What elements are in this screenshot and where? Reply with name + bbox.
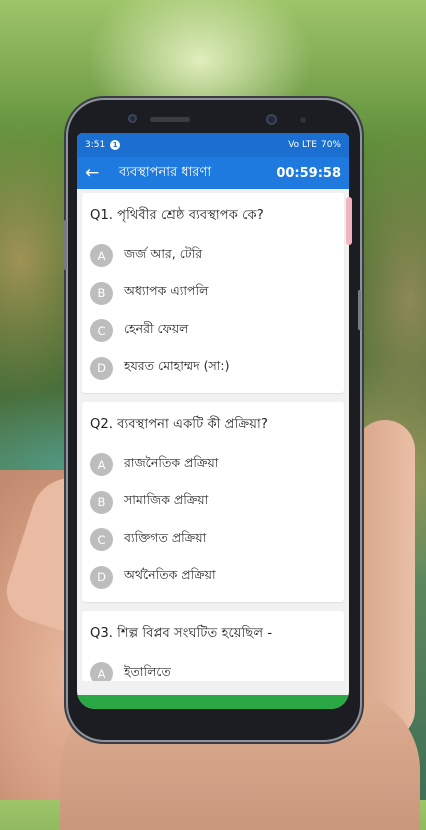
phone-screen: 3:51 1 Vo LTE 70% ← ব্যবস্থাপনার ধারণা 0… — [77, 133, 349, 709]
battery-level: 70% — [320, 140, 341, 150]
option-text: হযরত মোহাম্মদ (সা:) — [124, 358, 230, 374]
option-text: হেনরী ফেয়ল — [124, 320, 189, 336]
question-card: Q1. পৃথিবীর শ্রেষ্ঠ ব্যবস্থাপক কে? A জর্… — [82, 193, 344, 393]
option-a[interactable]: A ইতালিতে — [90, 655, 336, 681]
back-arrow-icon[interactable]: ← — [85, 163, 107, 183]
scroll-indicator[interactable] — [346, 197, 352, 245]
phone-power-button — [358, 290, 361, 330]
phone-speaker — [150, 117, 190, 122]
app-title: ব্যবস্থাপনার ধারণা — [119, 164, 212, 180]
option-text: অর্থনৈতিক প্রক্রিয়া — [124, 567, 216, 583]
option-text: রাজনৈতিক প্রক্রিয়া — [124, 454, 219, 470]
option-key-badge: B — [90, 281, 113, 305]
option-c[interactable]: C হেনরী ফেয়ল — [90, 312, 336, 350]
app-bar: ← ব্যবস্থাপনার ধারণা 00:59:58 — [77, 157, 349, 189]
hand-fingers — [355, 420, 415, 740]
option-a[interactable]: A রাজনৈতিক প্রক্রিয়া — [90, 446, 336, 484]
question-text: Q3. শিল্প বিপ্লব সংঘটিত হয়েছিল - — [90, 626, 273, 641]
option-text: ইতালিতে — [124, 663, 171, 679]
question-text: Q2. ব্যবস্থাপনা একটি কী প্রক্রিয়া? — [90, 417, 268, 432]
front-camera-icon — [128, 114, 137, 123]
option-text: জর্জ আর, টেরি — [124, 245, 203, 261]
option-key-badge: A — [90, 453, 113, 477]
sensor-camera-icon — [266, 114, 277, 125]
status-bar: 3:51 1 Vo LTE 70% — [77, 133, 349, 157]
question-text: Q1. পৃথিবীর শ্রেষ্ঠ ব্যবস্থাপক কে? — [90, 208, 264, 223]
bottom-action-bar[interactable] — [77, 695, 349, 709]
notification-badge: 1 — [110, 140, 121, 150]
option-key-badge: B — [90, 490, 113, 514]
option-b[interactable]: B অধ্যাপক এ্যাপলি — [90, 275, 336, 313]
option-key-badge: C — [90, 528, 113, 552]
question-card: Q3. শিল্প বিপ্লব সংঘটিত হয়েছিল - A ইতাল… — [82, 611, 344, 681]
option-key-badge: C — [90, 319, 113, 343]
option-key-badge: D — [90, 565, 113, 589]
option-text: অধ্যাপক এ্যাপলি — [124, 283, 209, 299]
option-d[interactable]: D হযরত মোহাম্মদ (সা:) — [90, 350, 336, 388]
option-b[interactable]: B সামাজিক প্রক্রিয়া — [90, 484, 336, 522]
quiz-timer: 00:59:58 — [276, 165, 341, 181]
signal-icon: Vo LTE — [288, 140, 317, 150]
option-key-badge: A — [90, 244, 113, 268]
phone-side-button — [64, 220, 67, 270]
status-time: 3:51 — [85, 140, 106, 150]
option-c[interactable]: C ব্যক্তিগত প্রক্রিয়া — [90, 521, 336, 559]
option-d[interactable]: D অর্থনৈতিক প্রক্রিয়া — [90, 559, 336, 597]
option-text: ব্যক্তিগত প্রক্রিয়া — [124, 529, 207, 545]
proximity-sensor-icon — [300, 117, 306, 123]
option-key-badge: A — [90, 662, 113, 681]
option-text: সামাজিক প্রক্রিয়া — [124, 492, 209, 508]
option-key-badge: D — [90, 356, 113, 380]
question-list[interactable]: Q1. পৃথিবীর শ্রেষ্ঠ ব্যবস্থাপক কে? A জর্… — [77, 189, 349, 681]
option-a[interactable]: A জর্জ আর, টেরি — [90, 237, 336, 275]
question-card: Q2. ব্যবস্থাপনা একটি কী প্রক্রিয়া? A রা… — [82, 402, 344, 602]
